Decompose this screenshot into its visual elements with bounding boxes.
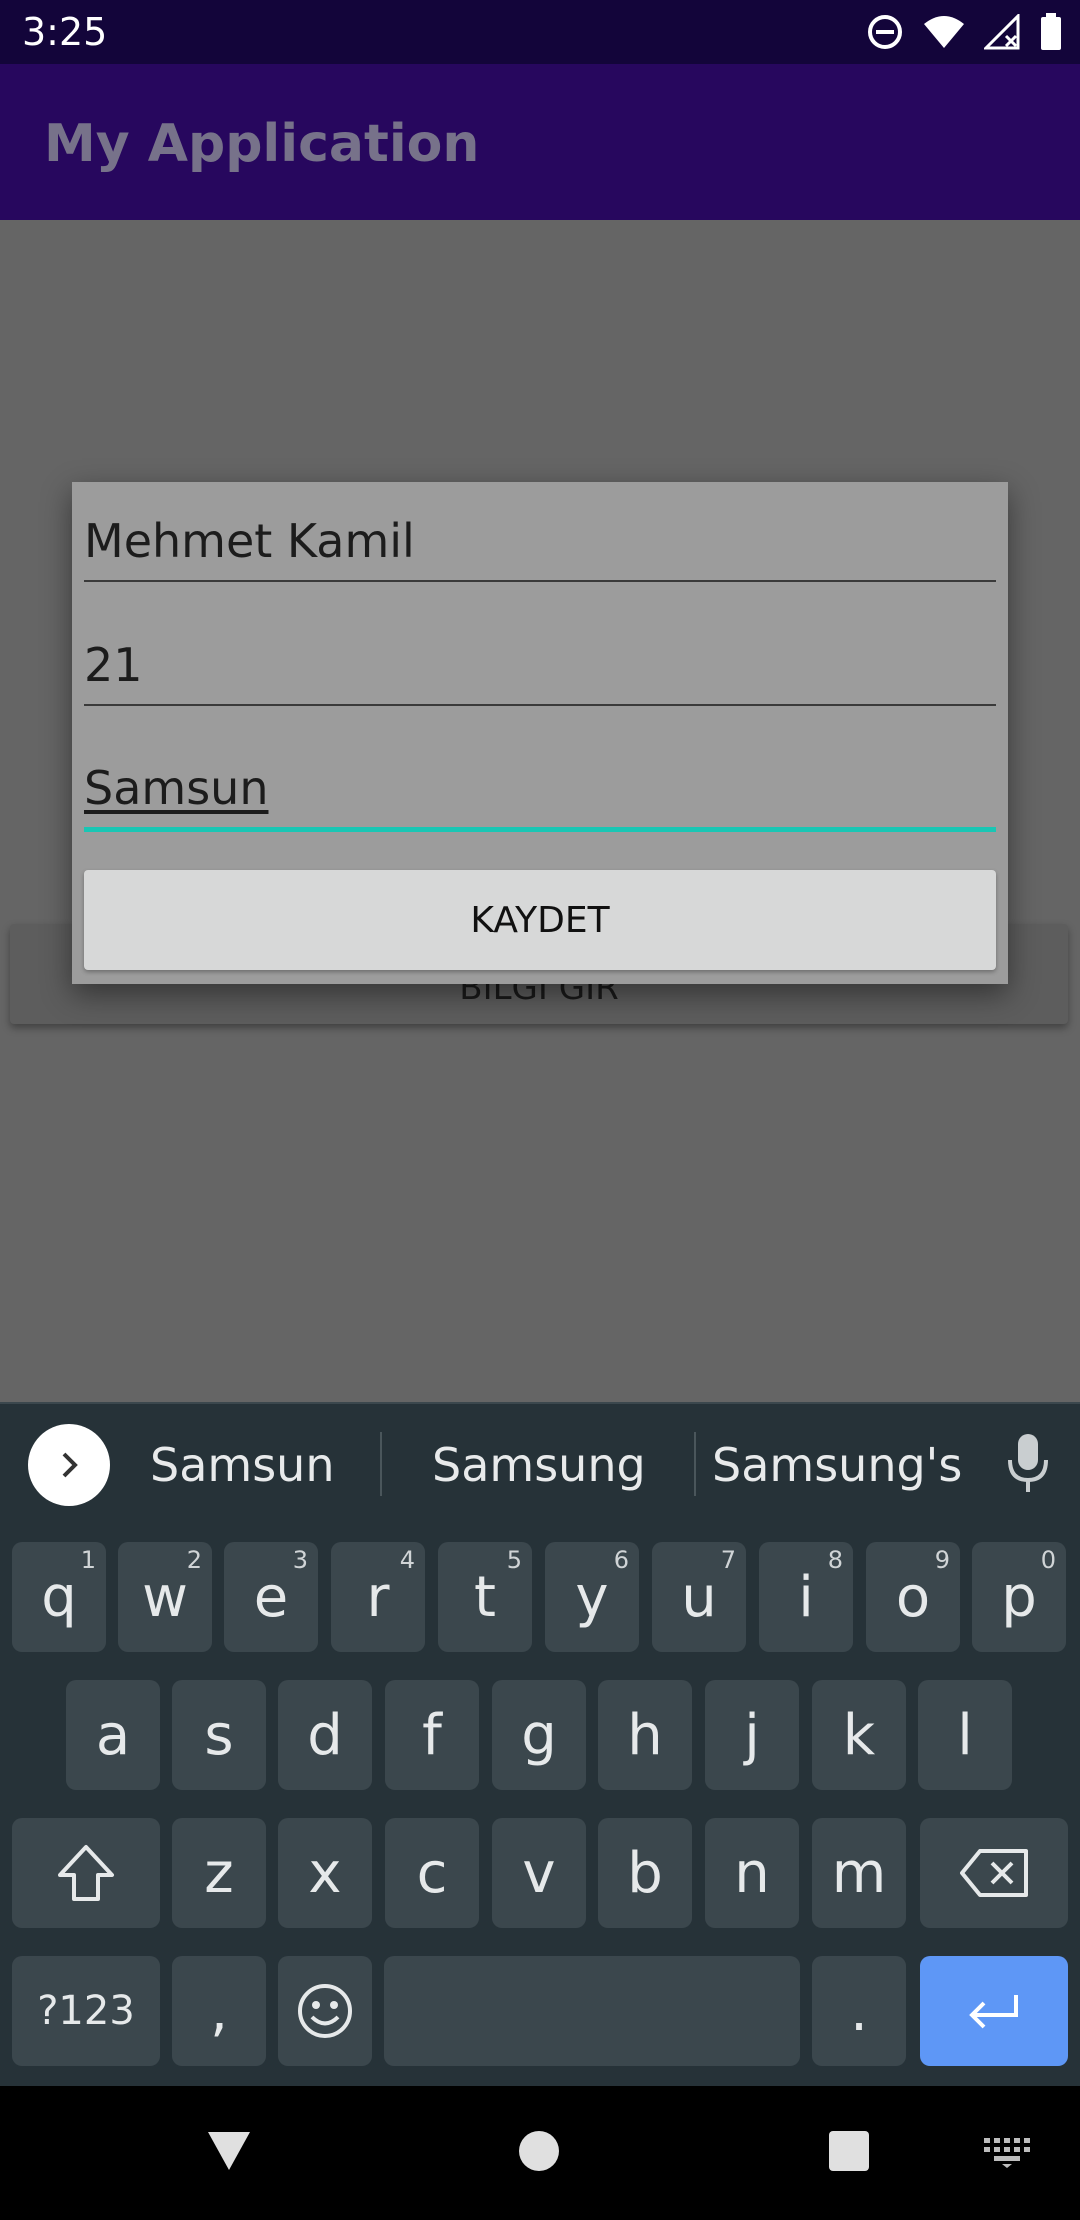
key-b[interactable]: b [598,1818,692,1928]
backspace-icon [960,1849,1028,1897]
key-z[interactable]: z [172,1818,266,1928]
battery-icon [1041,13,1061,50]
key-g[interactable]: g [492,1680,586,1790]
emoji-icon [298,1984,352,2038]
key-p[interactable]: p0 [972,1542,1066,1652]
key-r-hint: 4 [399,1546,415,1574]
shift-key[interactable] [12,1818,160,1928]
suggestion-2[interactable]: Samsung [432,1438,646,1492]
cellular-signal-icon [984,14,1020,50]
backspace-key[interactable] [920,1818,1068,1928]
key-p-label: p [1001,1564,1037,1630]
suggestion-divider [380,1432,382,1496]
key-t-hint: 5 [506,1546,522,1574]
shift-icon [58,1845,114,1901]
space-key[interactable] [384,1956,800,2066]
key-e[interactable]: e3 [224,1542,318,1652]
key-y-label: y [575,1564,609,1630]
key-x[interactable]: x [278,1818,372,1928]
key-k[interactable]: k [812,1680,906,1790]
key-r[interactable]: r4 [331,1542,425,1652]
suggestion-divider [694,1432,696,1496]
key-u-label: u [681,1564,717,1630]
key-y[interactable]: y6 [545,1542,639,1652]
key-t-label: t [474,1564,496,1630]
status-time: 3:25 [22,10,108,54]
emoji-key[interactable] [278,1956,372,2066]
microphone-icon[interactable] [1006,1432,1050,1496]
symbols-key[interactable]: ?123 [12,1956,160,2066]
period-key[interactable]: . [812,1956,906,2066]
key-r-label: r [366,1564,390,1630]
key-w-label: w [142,1564,188,1630]
do-not-disturb-icon [868,15,902,49]
key-o[interactable]: o9 [866,1542,960,1652]
age-field[interactable]: 21 [84,606,996,706]
key-q[interactable]: q1 [12,1542,106,1652]
key-j[interactable]: j [705,1680,799,1790]
name-field-value: Mehmet Kamil [84,514,415,568]
key-a[interactable]: a [66,1680,160,1790]
key-d[interactable]: d [278,1680,372,1790]
name-field[interactable]: Mehmet Kamil [84,498,996,582]
age-field-value: 21 [84,638,143,692]
key-e-hint: 3 [292,1546,308,1574]
comma-key[interactable]: , [172,1956,266,2066]
key-f[interactable]: f [385,1680,479,1790]
key-w[interactable]: w2 [118,1542,212,1652]
key-i[interactable]: i8 [759,1542,853,1652]
key-y-hint: 6 [613,1546,629,1574]
key-m[interactable]: m [812,1818,906,1928]
key-t[interactable]: t5 [438,1542,532,1652]
recents-icon[interactable] [828,2130,870,2172]
app-bar: My Application [0,64,1080,220]
home-icon[interactable] [518,2130,560,2172]
keyboard-switch-icon[interactable] [984,2138,1030,2168]
status-bar: 3:25 [0,0,1080,64]
key-v[interactable]: v [492,1818,586,1928]
save-button[interactable]: KAYDET [84,870,996,970]
key-i-label: i [798,1564,814,1630]
key-h[interactable]: h [598,1680,692,1790]
suggestion-3[interactable]: Samsung's [712,1438,962,1492]
key-q-label: q [41,1564,77,1630]
app-title: My Application [44,114,480,174]
key-o-hint: 9 [934,1546,950,1574]
enter-icon [969,1995,1018,2029]
key-l[interactable]: l [918,1680,1012,1790]
key-s[interactable]: s [172,1680,266,1790]
key-c[interactable]: c [385,1818,479,1928]
key-i-hint: 8 [827,1546,843,1574]
wifi-icon [924,16,964,48]
navigation-bar [0,2086,1080,2220]
key-p-hint: 0 [1040,1546,1056,1574]
suggestion-1[interactable]: Samsun [150,1438,334,1492]
key-q-hint: 1 [80,1546,96,1574]
key-u[interactable]: u7 [652,1542,746,1652]
key-e-label: e [253,1564,289,1630]
enter-key[interactable] [920,1956,1068,2066]
suggestion-strip: Samsun Samsung Samsung's [0,1404,1080,1524]
key-n[interactable]: n [705,1818,799,1928]
key-w-hint: 2 [186,1546,202,1574]
entry-dialog: Mehmet Kamil 21 Samsun KAYDET [72,482,1008,984]
chevron-right-icon [62,1452,78,1478]
status-icons [866,12,1062,52]
key-o-label: o [895,1564,931,1630]
back-icon[interactable] [206,2130,252,2172]
city-field[interactable]: Samsun [84,730,996,832]
keyboard-menu-button[interactable] [28,1424,110,1506]
city-field-value: Samsun [84,761,269,815]
key-u-hint: 7 [720,1546,736,1574]
soft-keyboard: Samsun Samsung Samsung's q1 w2 e3 r4 t5 … [0,1402,1080,2086]
